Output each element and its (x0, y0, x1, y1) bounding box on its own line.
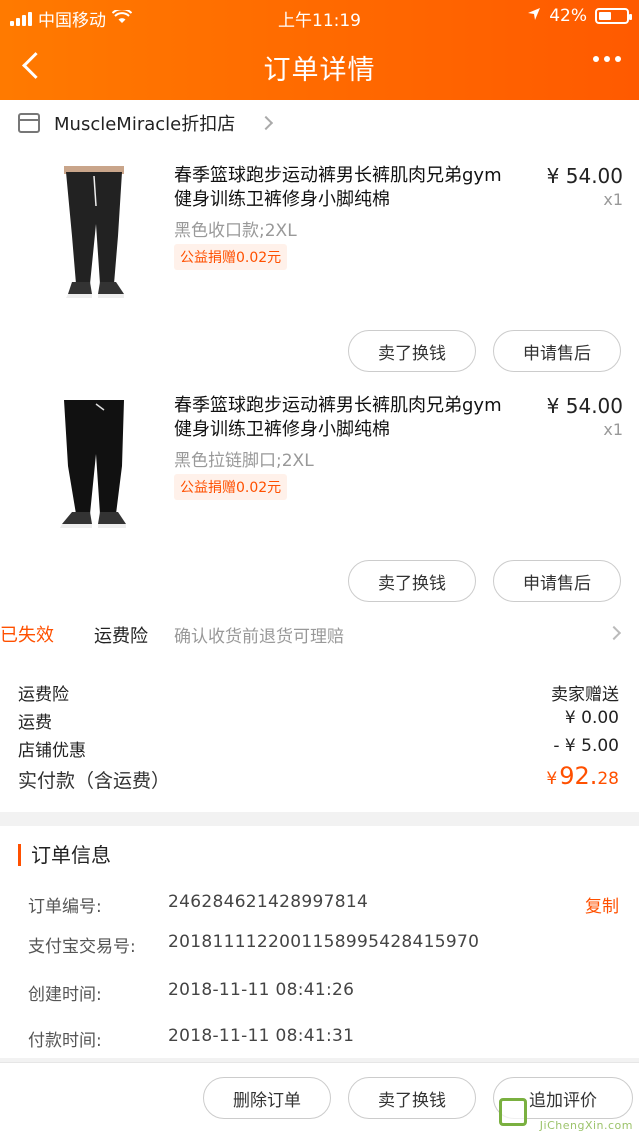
charity-tag: 公益捐赠0.02元 (174, 474, 288, 500)
battery-percent: 42% (549, 6, 587, 26)
product-image[interactable] (34, 166, 159, 306)
order-info-panel: 订单信息 订单编号: 246284621428997814 复制 支付宝交易号:… (0, 826, 639, 1058)
product-title[interactable]: 春季篮球跑步运动裤男长裤肌肉兄弟gym健身训练卫裤修身小脚纯棉 (174, 394, 514, 442)
shipping-insurance-row[interactable]: 运费险 确认收货前退货可理赔 已失效 (0, 610, 639, 654)
chevron-right-icon (259, 115, 274, 131)
paid-time-row: 付款时间: 2018-11-11 08:41:31 (28, 1026, 355, 1051)
location-arrow-icon (527, 6, 541, 26)
product-spec: 黑色拉链脚口;2XL (174, 451, 314, 471)
delete-order-button[interactable]: 删除订单 (203, 1077, 331, 1119)
total-paid-row: 实付款（含运费） ¥92.28 (0, 762, 639, 802)
product-price: ¥ 54.00 (546, 394, 623, 418)
product-title[interactable]: 春季篮球跑步运动裤男长裤肌肉兄弟gym健身训练卫裤修身小脚纯棉 (174, 164, 514, 212)
header-bar: 中国移动 上午11:19 42% 订单详情 (0, 0, 639, 100)
total-amount: ¥92.28 (546, 762, 619, 790)
nav-bar: 订单详情 (0, 34, 639, 100)
order-item[interactable]: 春季篮球跑步运动裤男长裤肌肉兄弟gym健身训练卫裤修身小脚纯棉 ¥ 54.00 … (0, 386, 639, 616)
after-sale-button[interactable]: 申请售后 (493, 560, 621, 602)
product-spec: 黑色收口款;2XL (174, 221, 297, 241)
order-panel: MuscleMiracle折扣店 春季篮球跑步运动裤男长裤肌肉兄弟gym健身训练… (0, 100, 639, 812)
page-title: 订单详情 (263, 55, 376, 86)
after-sale-button[interactable]: 申请售后 (493, 330, 621, 372)
watermark-text: JiChengXin.com (539, 1119, 633, 1132)
summary-row: 运费 ¥ 0.00 (18, 708, 619, 733)
sell-for-cash-button[interactable]: 卖了换钱 (348, 560, 476, 602)
battery-icon (595, 8, 632, 24)
sell-for-cash-button[interactable]: 卖了换钱 (348, 1077, 476, 1119)
product-price: ¥ 54.00 (546, 164, 623, 188)
watermark-logo-icon (499, 1098, 527, 1126)
store-icon (18, 113, 40, 133)
charity-tag: 公益捐赠0.02元 (174, 244, 288, 270)
shop-link[interactable]: MuscleMiracle折扣店 (18, 110, 274, 136)
order-item[interactable]: 春季篮球跑步运动裤男长裤肌肉兄弟gym健身训练卫裤修身小脚纯棉 ¥ 54.00 … (0, 156, 639, 386)
created-time-row: 创建时间: 2018-11-11 08:41:26 (28, 980, 355, 1005)
status-bar: 中国移动 上午11:19 42% (0, 0, 639, 34)
summary-row: 运费险 卖家赠送 (18, 685, 619, 705)
bottom-action-bar: 删除订单 卖了换钱 追加评价 JiChengXin.com (0, 1062, 639, 1136)
total-label: 实付款（含运费） (18, 770, 171, 792)
product-quantity: x1 (603, 190, 623, 209)
summary-row: 店铺优惠 - ¥ 5.00 (18, 736, 619, 761)
price-summary: 运费险 卖家赠送 运费 ¥ 0.00 店铺优惠 - ¥ 5.00 实付款（含运费… (0, 678, 639, 802)
product-quantity: x1 (603, 420, 623, 439)
more-options-icon[interactable] (593, 56, 621, 62)
sell-for-cash-button[interactable]: 卖了换钱 (348, 330, 476, 372)
alipay-trade-row: 支付宝交易号: 2018111122001158995428415970 (28, 932, 480, 957)
insurance-status: 已失效 (0, 625, 54, 646)
copy-button[interactable]: 复制 (585, 892, 619, 917)
product-image[interactable] (34, 396, 159, 536)
chevron-right-icon (606, 625, 622, 641)
order-number-row: 订单编号: 246284621428997814 复制 (28, 892, 619, 917)
shop-name: MuscleMiracle折扣店 (54, 114, 236, 135)
order-number: 246284621428997814 (168, 892, 369, 912)
order-info-heading: 订单信息 (18, 844, 111, 866)
